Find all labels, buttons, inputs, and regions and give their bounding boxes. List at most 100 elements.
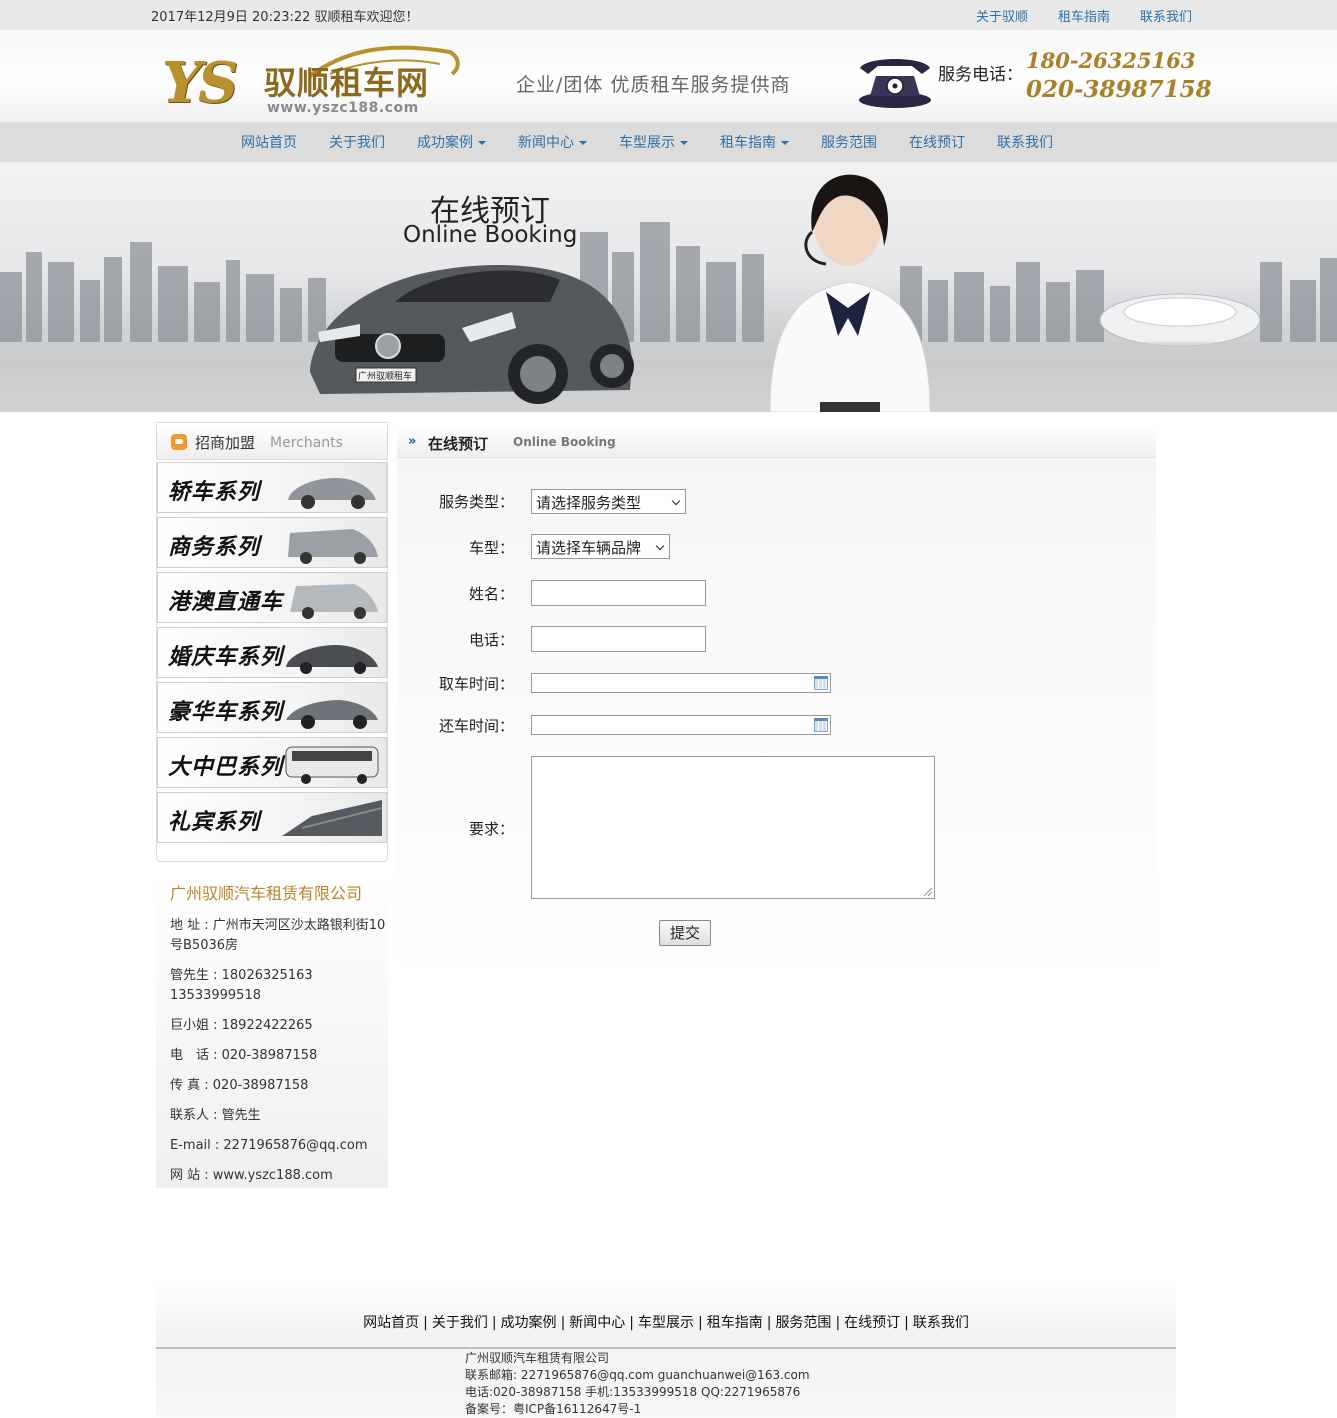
booking-subtitle: Online Booking: [513, 435, 616, 449]
footer-emails: 联系邮箱: 2271965876@qq.com guanchuanwei@163…: [465, 1368, 810, 1382]
nav-item-booking[interactable]: 在线预订: [909, 132, 965, 152]
series-item-hk-macau[interactable]: 港澳直通车: [157, 572, 387, 623]
sidebar-header: 招商加盟 Merchants: [156, 422, 388, 460]
caret-down-icon: [781, 141, 789, 145]
footer-link-cases[interactable]: 成功案例: [501, 1315, 557, 1331]
telephone-icon: [859, 59, 931, 108]
footer-link-about[interactable]: 关于我们: [432, 1315, 488, 1331]
top-link-contact[interactable]: 联系我们: [1140, 6, 1192, 25]
pickup-time-input[interactable]: [531, 673, 831, 693]
minivan-icon: [290, 584, 378, 619]
banner-subtitle: Online Booking: [403, 222, 578, 248]
nav-item-scope[interactable]: 服务范围: [821, 132, 877, 152]
company-person: 联系人 : 管先生: [170, 1108, 261, 1123]
nav-item-models[interactable]: 车型展示: [619, 132, 688, 152]
main-nav: 网站首页 关于我们 成功案例 新闻中心 车型展示 租车指南 服务范围 在线预订 …: [0, 122, 1337, 162]
car-brand-select[interactable]: 请选择车辆品牌: [531, 534, 670, 559]
footer-divider: [156, 1347, 1176, 1349]
luxury-car-icon: [286, 700, 378, 729]
form-row: 服务类型：: [397, 491, 514, 511]
form-row: 还车时间：: [397, 715, 514, 735]
series-item-luxury[interactable]: 豪华车系列: [157, 682, 387, 733]
booking-title: 在线预订: [428, 435, 489, 453]
company-fax: 传 真 : 020-38987158: [170, 1078, 309, 1093]
footer-links: 网站首页 | 关于我们 | 成功案例 | 新闻中心 | 车型展示 | 租车指南 | 服务范围 | 在线预订 |…: [363, 1315, 969, 1331]
slogan: 企业/团体 优质租车服务提供商: [516, 74, 791, 96]
series-item-wedding[interactable]: 婚庆车系列: [157, 627, 387, 678]
return-time-input[interactable]: [531, 715, 831, 735]
chevron-down-icon: [671, 496, 681, 506]
calendar-icon[interactable]: [814, 676, 828, 690]
calendar-icon[interactable]: [814, 718, 828, 732]
sedan-car-icon: [288, 478, 376, 509]
nav-item-news[interactable]: 新闻中心: [518, 132, 587, 152]
service-type-select[interactable]: 请选择服务类型: [531, 489, 686, 514]
sidebar-subtitle: Merchants: [270, 435, 343, 451]
booking-header: » 在线预订 Online Booking: [397, 427, 1156, 458]
site-logo[interactable]: YS 驭顺租车网 www.yszc188.com: [160, 34, 460, 118]
company-info: 广州驭顺汽车租赁有限公司 地 址 : 广州市天河区沙太路银利街10号B5036房…: [156, 872, 388, 1188]
sidebar-title: 招商加盟: [195, 434, 256, 452]
van-icon: [288, 529, 378, 564]
double-chevron-icon: »: [408, 434, 417, 449]
license-plate: 广州驭顺租车: [358, 372, 413, 382]
submit-button[interactable]: 提交: [659, 920, 711, 946]
chevron-down-icon: [655, 541, 665, 551]
nav-item-guide[interactable]: 租车指南: [720, 132, 789, 152]
service-phone-1: 180-26325163: [1026, 48, 1196, 73]
top-links: 关于驭顺 租车指南 联系我们: [976, 6, 1192, 25]
caret-down-icon: [478, 141, 486, 145]
company-name: 广州驭顺汽车租赁有限公司: [170, 884, 363, 903]
footer-link-guide[interactable]: 租车指南: [707, 1315, 763, 1331]
car-illustration: [310, 264, 634, 404]
footer-info: 广州驭顺汽车租赁有限公司 联系邮箱: 2271965876@qq.com gua…: [465, 1350, 810, 1418]
footer-company: 广州驭顺汽车租赁有限公司: [465, 1351, 610, 1365]
form-row: 要求：: [397, 818, 514, 838]
series-item-sedan[interactable]: 轿车系列: [157, 462, 387, 513]
logo-name: 驭顺租车网: [264, 64, 430, 102]
nav-item-cases[interactable]: 成功案例: [417, 132, 486, 152]
footer-link-home[interactable]: 网站首页: [363, 1315, 419, 1331]
series-item-business[interactable]: 商务系列: [157, 517, 387, 568]
pickup-time-label: 取车时间：: [438, 675, 514, 693]
car-fleet-icon: [282, 800, 382, 836]
footer-link-news[interactable]: 新闻中心: [569, 1315, 625, 1331]
form-row: 电话：: [397, 629, 514, 649]
chat-bubble-icon: [171, 434, 187, 450]
datetime-welcome: 2017年12月9日 20:23:22 驭顺租车欢迎您！: [151, 10, 419, 25]
footer-link-scope[interactable]: 服务范围: [775, 1315, 831, 1331]
company-email: E-mail : 2271965876@qq.com: [170, 1138, 368, 1153]
top-link-guide[interactable]: 租车指南: [1058, 6, 1110, 25]
caret-down-icon: [680, 141, 688, 145]
series-item-bus[interactable]: 大中巴系列: [157, 737, 387, 788]
nav-item-contact[interactable]: 联系我们: [997, 132, 1053, 152]
phone-label: 电话：: [468, 631, 514, 649]
resize-grip-icon[interactable]: [924, 888, 932, 896]
footer-link-booking[interactable]: 在线预订: [844, 1315, 900, 1331]
car-series-list: 轿车系列 商务系列 港澳直通车 婚庆车系列 豪华车系列 大中巴系列 礼宾系列: [156, 462, 388, 862]
series-item-vip[interactable]: 礼宾系列: [157, 792, 387, 843]
service-phone-label: 服务电话：: [938, 65, 1023, 85]
top-link-about[interactable]: 关于驭顺: [976, 6, 1028, 25]
footer-link-models[interactable]: 车型展示: [638, 1315, 694, 1331]
phone-input[interactable]: [531, 626, 706, 652]
caret-down-icon: [579, 141, 587, 145]
booking-panel: » 在线预订 Online Booking 服务类型： 请选择服务类型 车型： …: [397, 427, 1156, 987]
company-tel: 电 话 : 020-38987158: [170, 1048, 318, 1063]
service-phone-2: 020-38987158: [1026, 76, 1212, 103]
footer-icp: 备案号：粤ICP备16112647号-1: [465, 1402, 642, 1416]
footer-phones: 电话:020-38987158 手机:13533999518 QQ:227196…: [465, 1385, 801, 1399]
name-label: 姓名：: [468, 585, 514, 603]
form-row: 取车时间：: [397, 673, 514, 693]
sidebar: 招商加盟 Merchants 轿车系列 商务系列 港澳直通车 婚庆车系列 豪华车…: [156, 422, 388, 1188]
bus-icon: [285, 746, 379, 784]
company-contact-2: 巨小姐 : 18922422265: [170, 1018, 313, 1033]
footer-link-contact[interactable]: 联系我们: [913, 1315, 969, 1331]
requirements-textarea[interactable]: [531, 756, 935, 899]
nav-item-home[interactable]: 网站首页: [241, 132, 297, 152]
wedding-car-icon: [286, 645, 378, 674]
city-skyline-illustration: [0, 174, 1337, 412]
name-input[interactable]: [531, 580, 706, 606]
logo-mark: YS: [162, 50, 238, 116]
nav-item-about[interactable]: 关于我们: [329, 132, 385, 152]
